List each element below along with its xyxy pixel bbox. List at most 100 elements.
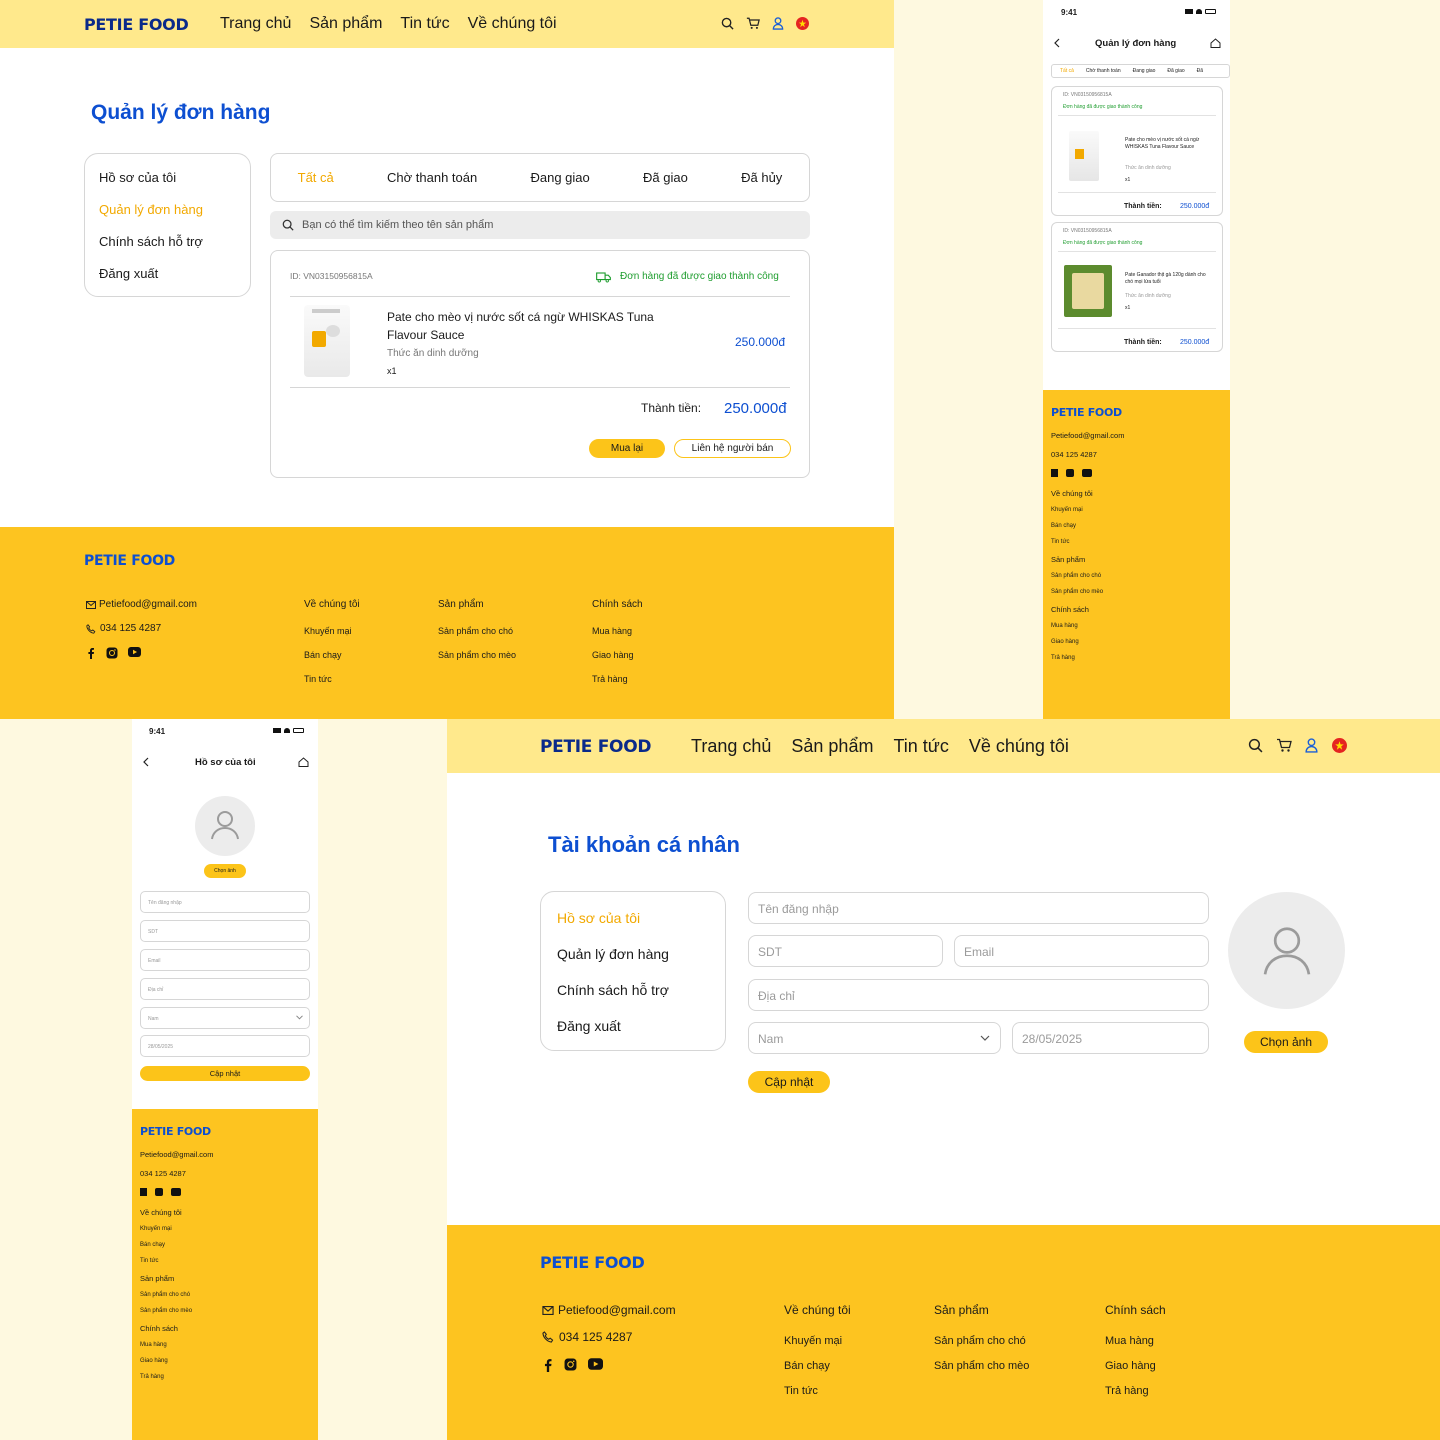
nav-news[interactable]: Tin tức bbox=[400, 15, 449, 32]
instagram-icon[interactable] bbox=[564, 1358, 577, 1372]
footer-phone[interactable]: 034 125 4287 bbox=[140, 1169, 310, 1178]
footer-link[interactable]: Mua hàng bbox=[592, 626, 643, 636]
username-field[interactable]: Tên đăng nhập bbox=[140, 891, 310, 913]
footer-link[interactable]: Mua hàng bbox=[140, 1342, 310, 1348]
nav-news[interactable]: Tin tức bbox=[893, 736, 948, 757]
youtube-icon[interactable] bbox=[588, 1358, 603, 1372]
footer-logo[interactable]: PETIE FOOD bbox=[1051, 406, 1222, 419]
tab-delivered[interactable]: Đã giao bbox=[643, 170, 688, 185]
nav-about[interactable]: Về chúng tôi bbox=[468, 15, 557, 32]
footer-link[interactable]: Trả hàng bbox=[140, 1374, 310, 1380]
footer-link[interactable]: Sản phẩm cho chó bbox=[934, 1335, 1029, 1347]
home-icon[interactable] bbox=[298, 757, 309, 767]
footer-link[interactable]: Bán chạy bbox=[1051, 523, 1222, 529]
gender-select[interactable]: Nam bbox=[748, 1022, 1001, 1054]
email-field[interactable]: Email bbox=[140, 949, 310, 971]
footer-email[interactable]: Petiefood@gmail.com bbox=[1051, 431, 1222, 440]
nav-about[interactable]: Về chúng tôi bbox=[969, 736, 1069, 757]
sidebar-item-logout[interactable]: Đăng xuất bbox=[99, 266, 236, 298]
dob-field[interactable]: 28/05/2025 bbox=[1012, 1022, 1209, 1054]
nav-home[interactable]: Trang chủ bbox=[691, 736, 771, 757]
instagram-icon[interactable] bbox=[106, 647, 118, 659]
phone-field[interactable]: SDT bbox=[748, 935, 943, 967]
home-icon[interactable] bbox=[1210, 38, 1221, 48]
sidebar-item-orders[interactable]: Quản lý đơn hàng bbox=[99, 202, 236, 234]
nav-home[interactable]: Trang chủ bbox=[220, 15, 291, 32]
footer-link[interactable]: Khuyến mại bbox=[304, 626, 360, 636]
tab-pending-payment[interactable]: Chờ thanh toán bbox=[1086, 68, 1121, 74]
facebook-icon[interactable] bbox=[543, 1358, 553, 1372]
address-field[interactable]: Địa chỉ bbox=[140, 978, 310, 1000]
tab-all[interactable]: Tất cả bbox=[298, 170, 334, 185]
logo[interactable]: PETIE FOOD bbox=[84, 15, 189, 34]
footer-email[interactable]: Petiefood@gmail.com bbox=[86, 599, 197, 610]
footer-link[interactable]: Giao hàng bbox=[1051, 639, 1222, 645]
footer-link[interactable]: Tin tức bbox=[784, 1385, 851, 1397]
product-name[interactable]: Pate cho mèo vị nước sốt cá ngừ WHISKAS … bbox=[1125, 137, 1215, 151]
tab-delivered[interactable]: Đã giao bbox=[1167, 68, 1184, 74]
user-icon[interactable] bbox=[772, 17, 784, 30]
footer-link[interactable]: Giao hàng bbox=[1105, 1360, 1166, 1372]
footer-link[interactable]: Sản phẩm cho mèo bbox=[934, 1360, 1029, 1372]
tab-cancelled[interactable]: Đã bbox=[1197, 68, 1203, 74]
footer-phone[interactable]: 034 125 4287 bbox=[542, 1330, 632, 1344]
tab-all[interactable]: Tất cả bbox=[1060, 68, 1074, 74]
sidebar-item-logout[interactable]: Đăng xuất bbox=[557, 1018, 709, 1054]
facebook-icon[interactable] bbox=[86, 647, 96, 659]
tab-pending-payment[interactable]: Chờ thanh toán bbox=[387, 170, 477, 185]
sidebar-item-profile[interactable]: Hồ sơ của tôi bbox=[99, 170, 236, 202]
user-icon[interactable] bbox=[1305, 738, 1318, 753]
username-field[interactable]: Tên đăng nhập bbox=[748, 892, 1209, 924]
footer-link[interactable]: Sản phẩm cho chó bbox=[438, 626, 516, 636]
choose-photo-button[interactable]: Chọn ảnh bbox=[204, 864, 246, 878]
footer-link[interactable]: Bán chạy bbox=[140, 1242, 310, 1248]
sidebar-item-policy[interactable]: Chính sách hỗ trợ bbox=[99, 234, 236, 266]
footer-link[interactable]: Trả hàng bbox=[1105, 1385, 1166, 1397]
back-icon[interactable] bbox=[1053, 38, 1061, 48]
phone-field[interactable]: SDT bbox=[140, 920, 310, 942]
footer-phone[interactable]: 034 125 4287 bbox=[86, 623, 161, 634]
contact-seller-button[interactable]: Liên hệ người bán bbox=[674, 439, 791, 458]
youtube-icon[interactable] bbox=[171, 1188, 181, 1196]
tab-cancelled[interactable]: Đã hủy bbox=[741, 170, 782, 185]
back-icon[interactable] bbox=[142, 757, 150, 767]
choose-photo-button[interactable]: Chọn ảnh bbox=[1244, 1031, 1328, 1053]
sidebar-item-profile[interactable]: Hồ sơ của tôi bbox=[557, 910, 709, 946]
product-name[interactable]: Pate Ganador thịt gà 120g dành cho chó m… bbox=[1125, 272, 1215, 286]
instagram-icon[interactable] bbox=[1066, 469, 1074, 477]
vietnam-flag-icon[interactable] bbox=[796, 17, 809, 30]
footer-link[interactable]: Sản phẩm cho chó bbox=[1051, 573, 1222, 579]
tab-shipping[interactable]: Đang giao bbox=[1133, 68, 1156, 74]
gender-select[interactable]: Nam bbox=[140, 1007, 310, 1029]
footer-link[interactable]: Tin tức bbox=[140, 1258, 310, 1264]
search-icon[interactable] bbox=[1248, 738, 1263, 753]
footer-phone[interactable]: 034 125 4287 bbox=[1051, 450, 1222, 459]
address-field[interactable]: Địa chỉ bbox=[748, 979, 1209, 1011]
update-button[interactable]: Cập nhật bbox=[748, 1071, 830, 1093]
footer-link[interactable]: Giao hàng bbox=[592, 650, 643, 660]
footer-link[interactable]: Tin tức bbox=[1051, 539, 1222, 545]
footer-link[interactable]: Khuyến mại bbox=[784, 1335, 851, 1347]
vietnam-flag-icon[interactable] bbox=[1332, 738, 1347, 753]
sidebar-item-orders[interactable]: Quản lý đơn hàng bbox=[557, 946, 709, 982]
cart-icon[interactable] bbox=[1276, 738, 1292, 753]
footer-link[interactable]: Sản phẩm cho mèo bbox=[140, 1308, 310, 1314]
footer-link[interactable]: Khuyến mại bbox=[140, 1226, 310, 1232]
footer-link[interactable]: Mua hàng bbox=[1105, 1335, 1166, 1347]
order-search-input[interactable]: Bạn có thể tìm kiếm theo tên sản phẩm bbox=[270, 211, 810, 239]
footer-link[interactable]: Bán chạy bbox=[304, 650, 360, 660]
youtube-icon[interactable] bbox=[128, 647, 141, 659]
footer-link[interactable]: Sản phẩm cho mèo bbox=[438, 650, 516, 660]
footer-link[interactable]: Tin tức bbox=[304, 674, 360, 684]
youtube-icon[interactable] bbox=[1082, 469, 1092, 477]
footer-email[interactable]: Petiefood@gmail.com bbox=[542, 1303, 676, 1317]
footer-link[interactable]: Trả hàng bbox=[592, 674, 643, 684]
footer-logo[interactable]: PETIE FOOD bbox=[84, 553, 175, 569]
footer-link[interactable]: Khuyến mại bbox=[1051, 507, 1222, 513]
cart-icon[interactable] bbox=[746, 17, 760, 30]
sidebar-item-policy[interactable]: Chính sách hỗ trợ bbox=[557, 982, 709, 1018]
facebook-icon[interactable] bbox=[1051, 469, 1058, 477]
email-field[interactable]: Email bbox=[954, 935, 1209, 967]
tab-shipping[interactable]: Đang giao bbox=[530, 170, 589, 185]
footer-email[interactable]: Petiefood@gmail.com bbox=[140, 1150, 310, 1159]
